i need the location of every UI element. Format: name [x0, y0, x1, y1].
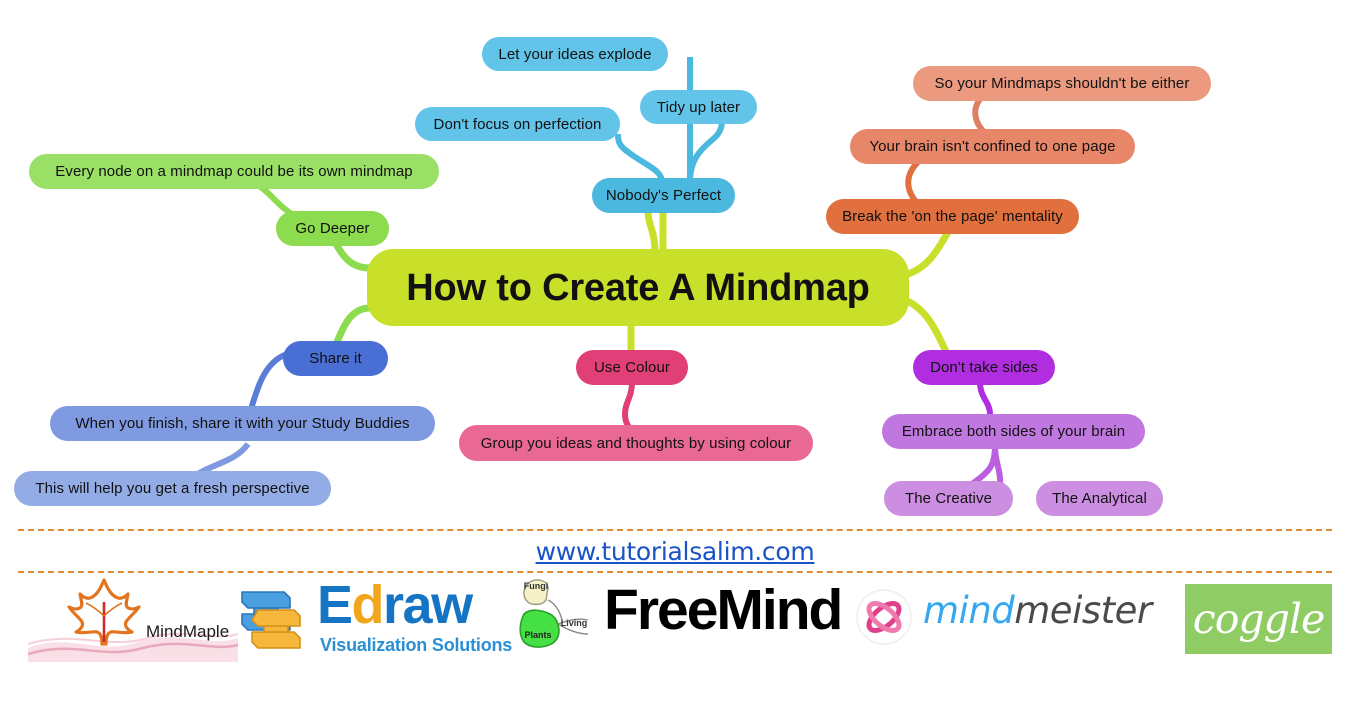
coggle-badge: coggle — [1185, 584, 1332, 654]
central-node[interactable]: How to Create A Mindmap — [367, 249, 909, 326]
freemind-wordmark: FreeMind — [604, 578, 843, 642]
node-let-your-ideas-explode[interactable]: Let your ideas explode — [482, 37, 668, 71]
logo-edraw: Edraw Visualization Solutions — [232, 578, 517, 662]
logo-coggle: coggle — [1185, 584, 1332, 654]
edraw-word-e: E — [317, 575, 353, 635]
coggle-wordmark: coggle — [1192, 594, 1326, 643]
node-label: The Analytical — [1052, 490, 1147, 507]
logo-mindmaple: MindMaple — [28, 574, 238, 666]
node-label: This will help you get a fresh perspecti… — [35, 480, 310, 497]
node-label: Your brain isn't confined to one page — [869, 138, 1116, 155]
logo-freemind: Fungi Plants Living FreeMind — [512, 576, 847, 668]
node-label: Every node on a mindmap could be its own… — [55, 163, 413, 180]
mindmeister-atom-icon — [856, 589, 912, 645]
divider-top — [18, 529, 1332, 531]
freemind-label-living: Living — [561, 618, 588, 628]
freemind-mark-icon: Fungi Plants Living — [519, 579, 589, 648]
mindmaple-wordmark: MindMaple — [146, 622, 230, 641]
mindmeister-word-meister: meister — [1014, 589, 1152, 632]
node-label: Nobody's Perfect — [605, 187, 722, 204]
node-brain-not-confined[interactable]: Your brain isn't confined to one page — [850, 129, 1135, 164]
node-label: Share it — [309, 350, 362, 367]
node-the-analytical[interactable]: The Analytical — [1036, 481, 1163, 516]
freemind-label-plants: Plants — [524, 630, 551, 640]
maple-leaf-icon — [67, 578, 141, 646]
node-go-deeper[interactable]: Go Deeper — [276, 211, 389, 246]
edraw-tagline: Visualization Solutions — [320, 635, 513, 655]
node-the-creative[interactable]: The Creative — [884, 481, 1013, 516]
node-label: The Creative — [904, 490, 993, 507]
node-label: Tidy up later — [656, 98, 741, 116]
mindmeister-wordmark: mindmeister — [923, 592, 1152, 629]
node-label: Let your ideas explode — [498, 45, 652, 63]
node-label: Don't focus on perfection — [433, 115, 602, 133]
node-mindmaps-shouldnt-be-either[interactable]: So your Mindmaps shouldn't be either — [913, 66, 1211, 101]
node-tidy-up-later[interactable]: Tidy up later — [640, 90, 757, 124]
site-url[interactable]: www.tutorialsalim.com — [0, 537, 1350, 566]
node-nobodys-perfect[interactable]: Nobody's Perfect — [592, 178, 735, 213]
edraw-word-raw: raw — [383, 575, 473, 635]
node-fresh-perspective[interactable]: This will help you get a fresh perspecti… — [14, 471, 331, 506]
node-label: Break the 'on the page' mentality — [842, 208, 1063, 225]
node-break-the-page-mentality[interactable]: Break the 'on the page' mentality — [826, 199, 1079, 234]
edraw-wordmark: Edraw — [317, 575, 473, 635]
site-url-label: www.tutorialsalim.com — [535, 537, 815, 566]
node-label: Don't take sides — [930, 359, 1038, 376]
edraw-mark-icon — [241, 591, 301, 649]
node-group-ideas-by-colour[interactable]: Group you ideas and thoughts by using co… — [459, 425, 813, 461]
logo-strip: MindMaple Edraw Visualization Solutions … — [0, 572, 1350, 682]
node-label: Use Colour — [593, 359, 671, 376]
freemind-label-fungi: Fungi — [524, 581, 549, 591]
node-label: Go Deeper — [295, 220, 370, 237]
node-label: When you finish, share it with your Stud… — [75, 415, 410, 432]
node-embrace-both-sides[interactable]: Embrace both sides of your brain — [882, 414, 1145, 449]
node-share-with-study-buddies[interactable]: When you finish, share it with your Stud… — [50, 406, 435, 441]
mindmeister-word-mind: mind — [923, 589, 1015, 632]
node-label: So your Mindmaps shouldn't be either — [934, 75, 1190, 92]
node-use-colour[interactable]: Use Colour — [576, 350, 688, 385]
logo-mindmeister: mindmeister — [855, 588, 1155, 654]
node-every-node-own-mindmap[interactable]: Every node on a mindmap could be its own… — [29, 154, 439, 189]
mindmap-canvas: How to Create A Mindmap Nobody's Perfect… — [0, 0, 1350, 707]
node-label: Group you ideas and thoughts by using co… — [480, 434, 792, 452]
node-label: Embrace both sides of your brain — [901, 423, 1126, 440]
node-share-it[interactable]: Share it — [283, 341, 388, 376]
node-dont-focus-on-perfection[interactable]: Don't focus on perfection — [415, 107, 620, 141]
edraw-word-d: d — [351, 575, 385, 635]
node-dont-take-sides[interactable]: Don't take sides — [913, 350, 1055, 385]
central-node-label: How to Create A Mindmap — [406, 266, 870, 309]
